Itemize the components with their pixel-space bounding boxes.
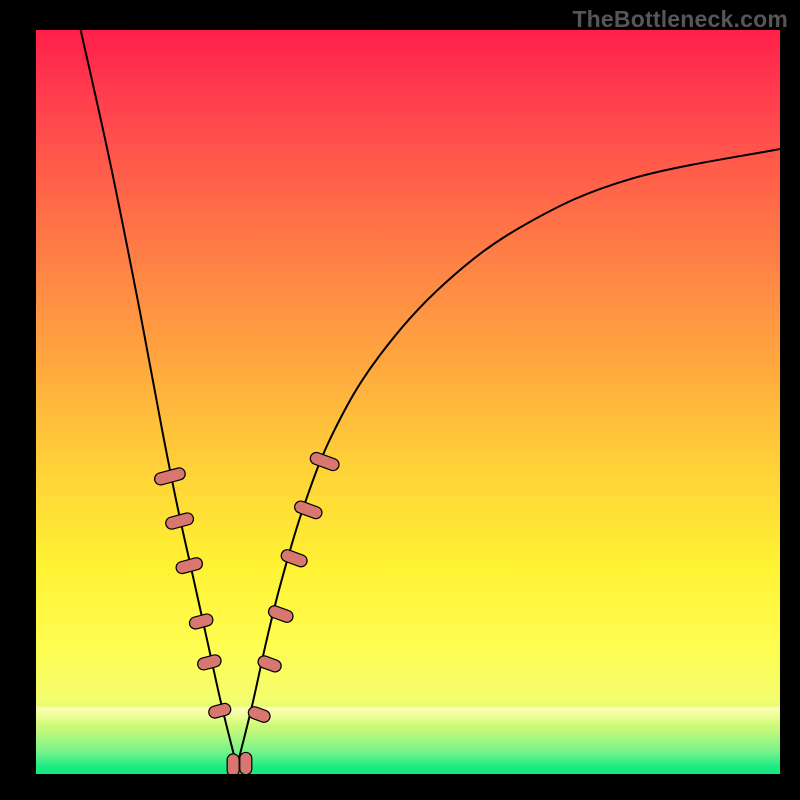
bead	[293, 499, 324, 520]
watermark-text: TheBottleneck.com	[572, 6, 788, 33]
bead	[164, 512, 194, 531]
chart-frame: TheBottleneck.com	[0, 0, 800, 800]
bead	[247, 705, 272, 724]
curve-svg	[36, 30, 780, 774]
bead	[309, 451, 341, 472]
bead	[207, 702, 232, 719]
bead	[240, 752, 252, 774]
bead	[175, 556, 204, 575]
bead	[196, 654, 222, 672]
bead	[280, 548, 309, 568]
bead	[227, 754, 239, 774]
plot-area	[36, 30, 780, 774]
bead	[188, 613, 214, 631]
